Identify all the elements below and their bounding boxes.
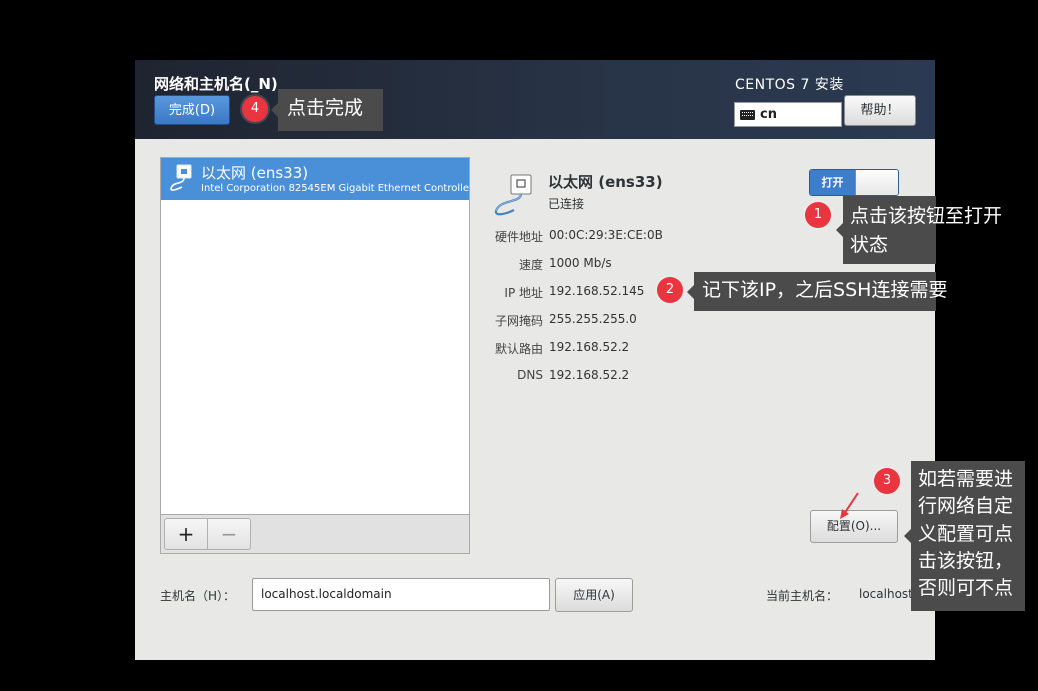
device-list-item-description: Intel Corporation 82545EM Gigabit Ethern… (201, 183, 469, 194)
ethernet-device-icon (494, 174, 532, 216)
detail-value: 192.168.52.145 (549, 284, 645, 298)
detail-label: 硬件地址 (494, 230, 543, 244)
add-device-button[interactable]: + (164, 518, 208, 550)
connection-toggle[interactable]: 打开 (809, 169, 899, 196)
detail-row-dns: DNS 192.168.52.2 (465, 368, 735, 388)
help-button[interactable]: 帮助！ (844, 95, 916, 126)
annotation-arrow-icon (840, 492, 859, 519)
detail-row-default-route: 默认路由 192.168.52.2 (465, 340, 735, 360)
keyboard-layout-label: cn (760, 107, 777, 122)
product-title: CENTOS 7 安装 (735, 77, 844, 93)
annotation-tooltip-4: 点击完成 (271, 89, 383, 131)
page-title: 网络和主机名(_N) (154, 75, 278, 93)
hostname-input[interactable]: localhost.localdomain (252, 578, 550, 611)
device-name: 以太网 (ens33) (548, 173, 663, 191)
detail-label: 子网掩码 (494, 314, 543, 328)
annotation-text: 点击该按钮至打开 (850, 205, 1003, 227)
annotation-text: 如若需要进 (918, 468, 1014, 490)
current-hostname-value: localhost (859, 587, 913, 601)
annotation-badge-3: 3 (874, 468, 900, 494)
installer-window: 网络和主机名(_N) 完成(D) CENTOS 7 安装 cn 帮助！ 以太网 … (135, 60, 935, 660)
detail-value: 00:0C:29:3E:CE:0B (549, 228, 663, 242)
device-status: 已连接 (548, 197, 585, 211)
detail-value: 255.255.255.0 (549, 312, 637, 326)
device-list-item-name: 以太网 (ens33) (201, 164, 309, 182)
device-list: 以太网 (ens33) Intel Corporation 82545EM Gi… (160, 157, 470, 554)
current-hostname-label: 当前主机名： (766, 589, 839, 603)
detail-value: 1000 Mb/s (549, 256, 612, 270)
annotation-text: 否则可不点 (918, 577, 1014, 600)
detail-label: 速度 (518, 258, 543, 272)
apply-hostname-button[interactable]: 应用(A) (555, 578, 633, 612)
annotation-tooltip-2: 记下该IP，之后SSH连接需要 (687, 272, 948, 311)
annotation-text: 点击完成 (287, 97, 364, 119)
detail-label: DNS (517, 368, 543, 382)
annotation-text: 状态 (850, 233, 889, 256)
remove-device-button[interactable]: − (207, 518, 251, 550)
detail-row-subnet-mask: 子网掩码 255.255.255.0 (465, 312, 735, 332)
device-list-item[interactable]: 以太网 (ens33) Intel Corporation 82545EM Gi… (161, 158, 469, 200)
annotation-text: 义配置可点 (918, 522, 1014, 545)
annotation-tooltip-3: 如若需要进 行网络自定 义配置可点 击该按钮， 否则可不点 (904, 461, 1025, 611)
detail-value: 192.168.52.2 (549, 340, 630, 354)
keyboard-icon (740, 109, 755, 120)
annotation-text: 行网络自定 (918, 495, 1014, 518)
annotation-text: 击该按钮， (918, 550, 1014, 573)
hostname-label: 主机名（H）： (160, 589, 236, 603)
keyboard-layout-indicator[interactable]: cn (734, 102, 842, 127)
detail-value: 192.168.52.2 (549, 368, 630, 382)
device-list-toolbar: + − (160, 514, 470, 554)
annotation-tooltip-1: 点击该按钮至打开 状态 (836, 196, 1003, 264)
detail-row-hardware-address: 硬件地址 00:0C:29:3E:CE:0B (465, 228, 735, 248)
annotation-badge-1: 1 (805, 202, 831, 228)
detail-label: 默认路由 (494, 342, 543, 356)
detail-label: IP 地址 (504, 286, 543, 300)
toggle-knob (855, 170, 898, 195)
ethernet-icon (170, 164, 192, 191)
done-button[interactable]: 完成(D) (154, 95, 230, 125)
annotation-text: 记下该IP，之后SSH连接需要 (702, 279, 948, 301)
toggle-on-label: 打开 (810, 170, 855, 195)
